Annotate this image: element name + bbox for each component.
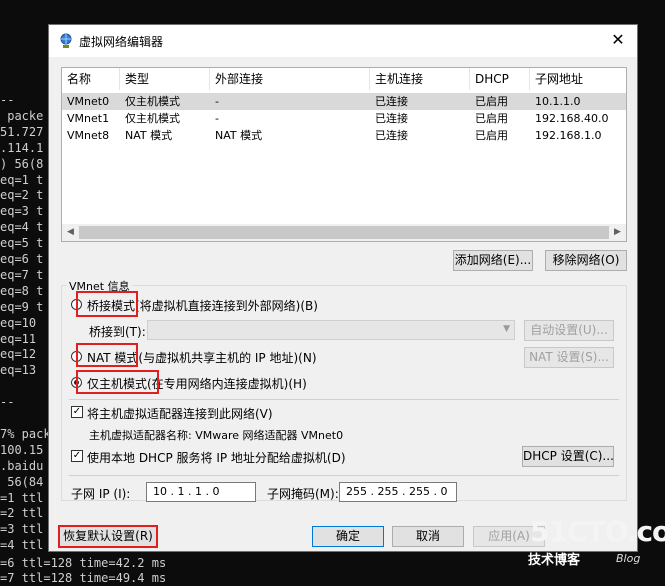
cell: 已启用 <box>475 95 508 108</box>
terminal-line: eq=11 <box>0 331 44 346</box>
add-network-button[interactable]: 添加网络(E)... <box>453 250 533 271</box>
bridge-to-label: 桥接到(T): <box>89 325 146 339</box>
divider <box>69 475 619 476</box>
table-row[interactable]: VMnet0 仅主机模式 - 已连接 已启用 10.1.1.0 <box>62 93 626 110</box>
cell: NAT 模式 <box>215 129 263 142</box>
subnet-ip-input[interactable]: 10 . 1 . 1 . 0 <box>146 482 256 502</box>
cell: 192.168.1.0 <box>535 129 602 142</box>
title-bar: 虚拟网络编辑器 ✕ <box>49 25 637 57</box>
adapter-name-text: 主机虚拟适配器名称: VMware 网络适配器 VMnet0 <box>89 429 344 442</box>
col-header-type[interactable]: 类型 <box>120 68 210 90</box>
terminal-line: eq=1 t <box>0 172 44 187</box>
terminal-line: 100.15 <box>0 442 44 457</box>
cell: 已连接 <box>375 95 408 108</box>
cell: - <box>215 95 219 108</box>
subnet-ip-label: 子网 IP (I): <box>71 487 131 501</box>
terminal-line: 7% pack <box>0 426 51 441</box>
cell: 已启用 <box>475 112 508 125</box>
subnet-mask-input[interactable]: 255 . 255 . 255 . 0 <box>339 482 457 502</box>
terminal-line: ) 56(8 <box>0 156 44 171</box>
terminal-line: eq=2 t <box>0 188 44 203</box>
terminal-line: .baidu <box>0 458 44 473</box>
dhcp-settings-button[interactable]: DHCP 设置(C)... <box>522 446 614 467</box>
watermark-subtitle: 技术博客 <box>528 553 581 568</box>
remove-network-button[interactable]: 移除网络(O) <box>545 250 627 271</box>
col-header-name[interactable]: 名称 <box>62 68 120 90</box>
scroll-right-icon[interactable]: ▶ <box>609 224 626 241</box>
dialog-title: 虚拟网络编辑器 <box>79 35 164 49</box>
cell: 已启用 <box>475 129 508 142</box>
scroll-left-icon[interactable]: ◀ <box>62 224 79 241</box>
terminal-right-edge <box>638 0 665 586</box>
terminal-line: 51.727 <box>0 124 44 139</box>
cell: 10.1.1.0 <box>535 95 581 108</box>
cell: VMnet0 <box>67 95 110 108</box>
terminal-line: -- <box>0 395 15 410</box>
terminal-line: eq=8 t <box>0 283 44 298</box>
col-header-external[interactable]: 外部连接 <box>210 68 370 90</box>
cell: 仅主机模式 <box>125 95 180 108</box>
divider <box>69 399 619 400</box>
col-header-host[interactable]: 主机连接 <box>370 68 470 90</box>
terminal-line: eq=4 t <box>0 220 44 235</box>
cell: 仅主机模式 <box>125 112 180 125</box>
chevron-down-icon: ▼ <box>503 324 510 334</box>
terminal-line: =3 ttl <box>0 522 44 537</box>
cell: VMnet1 <box>67 112 110 125</box>
terminal-line: eq=12 <box>0 347 44 362</box>
site-watermark: 51CTO.com 技术博客 Blog <box>520 515 665 575</box>
cell: 192.168.40.0 <box>535 112 609 125</box>
table-row[interactable]: VMnet1 仅主机模式 - 已连接 已启用 192.168.40.0 <box>62 110 626 127</box>
watermark-blog: Blog <box>616 552 641 565</box>
connect-adapter-label[interactable]: 将主机虚拟适配器连接到此网络(V) <box>87 405 273 422</box>
terminal-line: =6 ttl=128 time=42.2 ms <box>0 556 167 570</box>
nat-settings-button[interactable]: NAT 设置(S)... <box>524 347 614 368</box>
terminal-line: =2 ttl <box>0 506 44 521</box>
col-header-dhcp[interactable]: DHCP <box>470 68 530 90</box>
use-dhcp-checkbox[interactable]: ✓ <box>71 450 83 462</box>
terminal-line: =7 ttl=128 time=49.4 ms <box>0 571 167 585</box>
terminal-line: -- <box>0 93 15 107</box>
annotation-box <box>76 370 159 394</box>
scroll-thumb[interactable] <box>79 226 609 239</box>
subnet-mask-label: 子网掩码(M): <box>267 487 339 501</box>
network-list-header: 名称 类型 外部连接 主机连接 DHCP 子网地址 <box>62 68 626 90</box>
watermark-logo-text: 51CTO.com <box>530 515 665 548</box>
terminal-line: .114.1 <box>0 140 44 155</box>
terminal-line: =4 ttl <box>0 538 44 553</box>
network-globe-icon <box>60 33 72 48</box>
terminal-line: packe <box>0 108 44 123</box>
horizontal-scrollbar[interactable]: ◀ ▶ <box>62 224 626 241</box>
auto-settings-button[interactable]: 自动设置(U)... <box>524 320 614 341</box>
cell: VMnet8 <box>67 129 110 142</box>
close-icon[interactable]: ✕ <box>607 29 629 51</box>
annotation-box <box>76 343 138 367</box>
cell: 已连接 <box>375 112 408 125</box>
cell: - <box>215 112 219 125</box>
terminal-line: 56(84 <box>0 474 44 489</box>
terminal-line: =1 ttl <box>0 490 44 505</box>
terminal-line: eq=6 t <box>0 252 44 266</box>
terminal-line: eq=13 <box>0 363 44 378</box>
table-row[interactable]: VMnet8 NAT 模式 NAT 模式 已连接 已启用 192.168.1.0 <box>62 127 626 144</box>
ok-button[interactable]: 确定 <box>312 526 384 547</box>
annotation-box <box>76 291 138 317</box>
network-list[interactable]: 名称 类型 外部连接 主机连接 DHCP 子网地址 VMnet0 仅主机模式 -… <box>61 67 627 242</box>
cell: NAT 模式 <box>125 129 173 142</box>
terminal-line: eq=7 t <box>0 267 44 282</box>
terminal-line: eq=3 t <box>0 204 44 219</box>
terminal-line: eq=9 t <box>0 299 44 314</box>
terminal-line: eq=10 <box>0 315 44 330</box>
cell: 已连接 <box>375 129 408 142</box>
bridge-to-select[interactable]: ▼ <box>147 320 515 340</box>
virtual-network-editor-dialog: 虚拟网络编辑器 ✕ 名称 类型 外部连接 主机连接 DHCP 子网地址 VMne… <box>48 24 638 552</box>
use-dhcp-label[interactable]: 使用本地 DHCP 服务将 IP 地址分配给虚拟机(D) <box>87 449 346 466</box>
cancel-button[interactable]: 取消 <box>392 526 464 547</box>
col-header-subnet[interactable]: 子网地址 <box>530 68 626 90</box>
annotation-box <box>58 525 158 548</box>
terminal-line: eq=5 t <box>0 236 44 251</box>
connect-adapter-checkbox[interactable]: ✓ <box>71 406 83 418</box>
